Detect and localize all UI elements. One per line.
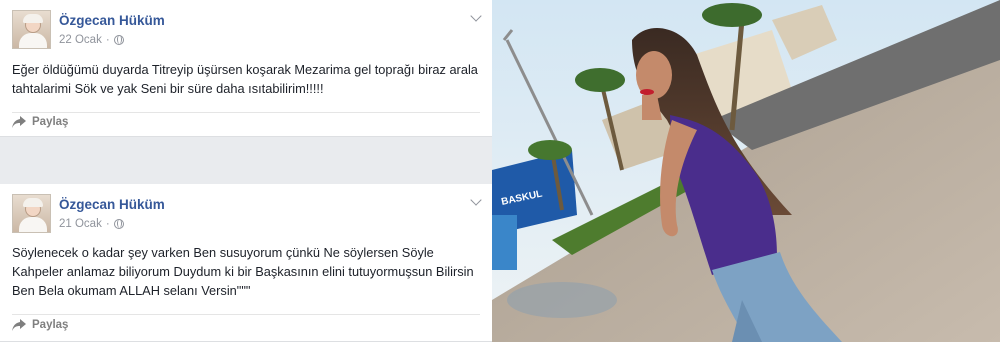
- profile-photo[interactable]: BASKUL: [492, 0, 1000, 342]
- time-row: 21 Ocak ·: [59, 218, 165, 230]
- divider: [12, 112, 480, 113]
- share-icon: [12, 319, 26, 331]
- share-icon: [12, 116, 26, 128]
- globe-icon[interactable]: [113, 35, 124, 45]
- meta-separator: ·: [105, 34, 110, 46]
- share-button[interactable]: Paylaş: [12, 319, 68, 331]
- time-row: 22 Ocak ·: [59, 34, 165, 46]
- facebook-feed: Özgecan Hüküm 22 Ocak · Eğer öldüğümü du…: [0, 0, 492, 342]
- globe-icon[interactable]: [113, 219, 124, 229]
- share-label: Paylaş: [32, 319, 69, 331]
- author-name[interactable]: Özgecan Hüküm: [59, 13, 165, 29]
- share-label: Paylaş: [32, 116, 69, 128]
- post-text: Söylenecek o kadar şey varken Ben susuyo…: [12, 245, 474, 298]
- share-button[interactable]: Paylaş: [12, 116, 68, 128]
- photo-scene: BASKUL: [492, 0, 1000, 342]
- author-name[interactable]: Özgecan Hüküm: [59, 197, 165, 213]
- chevron-down-icon[interactable]: [470, 10, 482, 22]
- chevron-down-icon[interactable]: [470, 194, 482, 206]
- avatar[interactable]: [12, 194, 51, 233]
- post-card: Özgecan Hüküm 21 Ocak · Söylenecek o kad…: [0, 184, 492, 342]
- post-meta: Özgecan Hüküm 22 Ocak ·: [59, 10, 165, 49]
- avatar[interactable]: [12, 10, 51, 49]
- post-meta: Özgecan Hüküm 21 Ocak ·: [59, 194, 165, 233]
- meta-separator: ·: [105, 218, 110, 230]
- divider: [12, 314, 480, 315]
- post-date[interactable]: 22 Ocak: [59, 34, 102, 46]
- post-date[interactable]: 21 Ocak: [59, 218, 102, 230]
- post-text: Eğer öldüğümü duyarda Titreyip üşürsen k…: [12, 62, 478, 96]
- post-header: Özgecan Hüküm 21 Ocak ·: [12, 194, 165, 233]
- post-card: Özgecan Hüküm 22 Ocak · Eğer öldüğümü du…: [0, 0, 492, 137]
- post-header: Özgecan Hüküm 22 Ocak ·: [12, 10, 165, 49]
